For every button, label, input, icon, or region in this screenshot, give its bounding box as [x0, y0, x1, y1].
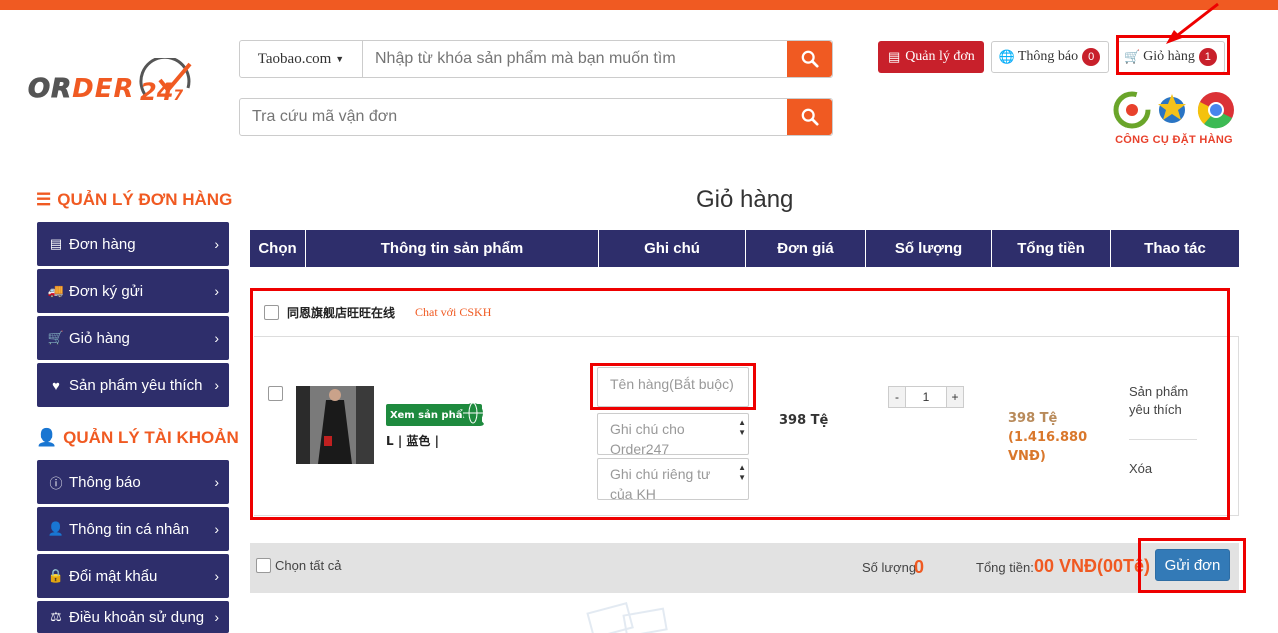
- private-note-input[interactable]: Ghi chú riêng tư của KH ▲ ▼: [597, 458, 749, 502]
- chevron-right-icon: ›: [214, 609, 219, 625]
- logo-number: 247: [140, 78, 184, 106]
- quantity-summary-label: Số lượng: [862, 560, 917, 575]
- total-summary-value: 00 VNĐ(00Tệ): [1034, 556, 1151, 576]
- caret-down-icon: ▼: [335, 54, 345, 64]
- notifications-button[interactable]: 🌐 Thông báo 0: [991, 41, 1109, 73]
- list-icon: ▤: [888, 49, 901, 64]
- ordering-tools[interactable]: CÔNG CỤ ĐẶT HÀNG: [1112, 90, 1236, 148]
- ie-icon: [1158, 94, 1186, 123]
- info-icon: ⓘ: [49, 475, 63, 491]
- search-icon: [801, 108, 819, 126]
- total-summary-label: Tổng tiền:: [976, 560, 1034, 575]
- order247-logo[interactable]: ORDER 247: [27, 58, 200, 114]
- product-search-bar: Taobao.com ▼: [239, 40, 833, 78]
- sidebar-item-consignment[interactable]: 🚚 Đơn ký gửi ›: [37, 269, 229, 313]
- sidebar-item-favorites[interactable]: ♥ Sản phẩm yêu thích ›: [37, 363, 229, 407]
- product-search-button[interactable]: [787, 41, 832, 77]
- item-total-cny: 398 Tệ: [1008, 411, 1058, 426]
- quantity-increase-button[interactable]: +: [946, 386, 964, 408]
- product-photo: [296, 386, 374, 464]
- gavel-icon: ⚖: [50, 609, 62, 624]
- tracking-search-button[interactable]: [787, 99, 832, 135]
- annotation-arrow-icon: [1166, 2, 1219, 44]
- user-icon: 👤: [36, 428, 58, 447]
- order-note-input[interactable]: Ghi chú cho Order247 ▲ ▼: [597, 413, 749, 457]
- chevron-right-icon: ›: [214, 236, 219, 252]
- quantity-decrease-button[interactable]: -: [888, 386, 906, 408]
- item-total-vnd: (1.416.880 VNĐ): [1008, 430, 1088, 464]
- chrome-icon: [1197, 92, 1234, 129]
- submit-highlight-box: [1138, 538, 1246, 593]
- product-name-highlight-box: [590, 363, 756, 410]
- unit-price: 398 Tệ: [779, 413, 829, 428]
- chevron-right-icon: ›: [214, 474, 219, 490]
- coccoc-icon: [1113, 91, 1151, 129]
- browser-icons: [1113, 91, 1234, 129]
- quantity-summary-value: 0: [914, 557, 925, 577]
- globe-icon: 🌐: [998, 49, 1015, 64]
- delete-item-link[interactable]: Xóa: [1129, 461, 1152, 476]
- page-title: Giỏ hàng: [696, 186, 794, 213]
- sidebar-item-notifications[interactable]: ⓘ Thông báo ›: [37, 460, 229, 504]
- sidebar-item-change-password[interactable]: 🔒 Đổi mật khẩu ›: [37, 554, 229, 598]
- order-management-section-title: ☰ QUẢN LÝ ĐƠN HÀNG: [36, 190, 233, 209]
- product-variant: L | 蓝色 |: [386, 434, 439, 448]
- lock-icon: 🔒: [47, 568, 65, 583]
- globe-icon: [463, 402, 484, 426]
- chevron-right-icon: ›: [214, 377, 219, 393]
- select-all[interactable]: Chọn tất cả: [256, 558, 342, 573]
- select-all-checkbox[interactable]: [256, 558, 271, 573]
- product-search-input[interactable]: [363, 41, 787, 77]
- cart-table-header: Chọn Thông tin sản phẩm Ghi chú Đơn giá …: [250, 230, 1239, 267]
- column-header: Ghi chú: [599, 230, 746, 267]
- sidebar-item-terms[interactable]: ⚖ Điều khoản sử dụng ›: [37, 601, 229, 633]
- column-header: Chọn: [250, 230, 306, 267]
- item-total: 398 Tệ (1.416.880 VNĐ): [1008, 409, 1108, 466]
- account-management-section-title: 👤 QUẢN LÝ TÀI KHOẢN: [36, 428, 239, 447]
- scroll-arrows-icon[interactable]: ▲ ▼: [738, 418, 746, 438]
- quantity-input[interactable]: 1: [906, 386, 946, 408]
- site-select[interactable]: Taobao.com ▼: [240, 41, 363, 77]
- logo-wordmark: ORDER: [27, 74, 135, 105]
- order-management-button[interactable]: ▤ Quản lý đơn: [878, 41, 984, 73]
- scroll-arrows-icon[interactable]: ▲ ▼: [738, 463, 746, 483]
- item-select-checkbox[interactable]: [268, 386, 283, 401]
- chevron-right-icon: ›: [214, 283, 219, 299]
- chevron-right-icon: ›: [214, 568, 219, 584]
- ordering-tools-label: CÔNG CỤ ĐẶT HÀNG: [1115, 134, 1233, 146]
- column-header: Thông tin sản phẩm: [306, 230, 599, 267]
- watermark-icon: [586, 602, 668, 633]
- quantity-stepper: - 1 +: [888, 386, 964, 408]
- action-divider: [1129, 439, 1197, 440]
- column-header: Đơn giá: [746, 230, 866, 267]
- truck-icon: 🚚: [47, 283, 65, 298]
- search-icon: [801, 50, 819, 68]
- user-icon: 👤: [47, 521, 65, 536]
- column-header: Thao tác: [1144, 240, 1206, 257]
- list-icon: ▤: [49, 236, 63, 251]
- tracking-search-input[interactable]: [240, 99, 787, 135]
- product-image[interactable]: [296, 386, 374, 464]
- column-header: Tổng tiền: [992, 230, 1111, 267]
- sidebar-item-orders[interactable]: ▤ Đơn hàng ›: [37, 222, 229, 266]
- notification-count-badge: 0: [1082, 48, 1101, 66]
- add-favorite-link[interactable]: Sản phẩm yêu thích: [1129, 383, 1199, 419]
- top-accent-bar: [0, 0, 1278, 10]
- cart-icon: 🛒: [47, 330, 65, 345]
- sidebar-item-cart[interactable]: 🛒 Giỏ hàng ›: [37, 316, 229, 360]
- tracking-search-bar: [239, 98, 833, 136]
- chevron-right-icon: ›: [214, 330, 219, 346]
- sidebar-item-profile[interactable]: 👤 Thông tin cá nhân ›: [37, 507, 229, 551]
- menu-icon: ☰: [36, 190, 52, 209]
- heart-icon: ♥: [52, 377, 60, 393]
- chevron-right-icon: ›: [214, 521, 219, 537]
- column-header: Số lượng: [866, 230, 992, 267]
